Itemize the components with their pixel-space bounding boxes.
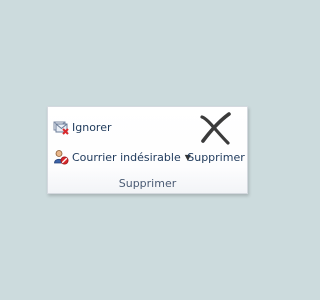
delete-button-label: Supprimer [187,151,245,164]
ribbon-group-delete: Ignorer Courrier indésirable ▼ Supprimer… [47,106,248,194]
ignore-conversation-icon [53,119,69,135]
junk-mail-icon [53,149,69,165]
delete-button[interactable]: Supprimer [186,109,246,169]
ignore-button[interactable]: Ignorer [51,117,115,137]
group-label: Supprimer [118,177,177,190]
junk-mail-button[interactable]: Courrier indésirable ▼ [51,147,194,167]
junk-mail-button-label: Courrier indésirable [72,150,181,164]
ignore-button-label: Ignorer [72,120,112,134]
delete-x-icon [198,111,234,147]
